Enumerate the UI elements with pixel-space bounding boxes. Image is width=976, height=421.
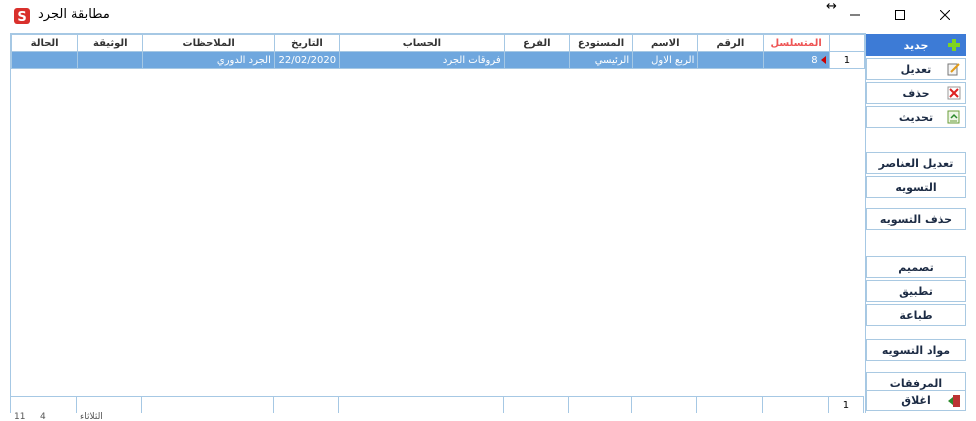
footer-cell	[761, 396, 829, 414]
edit-button[interactable]: تعديل	[866, 58, 966, 80]
app-window: S مطابقة الجرد ↔ الحالة الوثيقة الملاحظا…	[0, 0, 976, 421]
footer-cell	[567, 396, 633, 414]
delete-settlement-label: حذف التسويه	[879, 212, 953, 226]
col-header-name[interactable]: الاسم	[632, 34, 699, 52]
edit-icon	[947, 63, 960, 76]
footer-cell	[76, 396, 143, 414]
maximize-icon	[895, 10, 905, 20]
edit-items-label: تعديل العناصر	[878, 156, 954, 170]
apply-button[interactable]: تطبيق	[866, 280, 966, 302]
delete-label: حذف	[902, 86, 930, 100]
grid-footer: 1	[9, 396, 865, 414]
print-label: طباعة	[899, 308, 933, 322]
close-button[interactable]: اغلاق	[866, 390, 966, 411]
col-header-rownum	[828, 34, 865, 52]
new-label: جديد	[903, 38, 929, 52]
col-header-warehouse[interactable]: المستودع	[568, 34, 634, 52]
current-row-arrow-icon	[820, 55, 826, 64]
cell-status[interactable]	[11, 51, 79, 69]
serial-value: 8	[811, 54, 818, 66]
close-label: اغلاق	[901, 394, 931, 407]
exit-icon	[948, 395, 960, 407]
col-header-date[interactable]: التاريخ	[273, 34, 341, 52]
title-bar: S مطابقة الجرد ↔	[0, 0, 976, 30]
taskbar-number-b: 4	[40, 412, 46, 421]
cell-serial[interactable]: 8	[762, 51, 830, 69]
col-header-notes[interactable]: الملاحظات	[142, 34, 275, 52]
footer-cell	[9, 396, 78, 414]
app-logo-icon: S	[14, 8, 30, 24]
taskbar-strip	[0, 413, 976, 421]
delete-button[interactable]: حذف	[866, 82, 966, 104]
print-button[interactable]: طباعة	[866, 304, 966, 326]
refresh-label: تحديث	[898, 110, 934, 124]
footer-cell	[272, 396, 340, 414]
plus-icon	[948, 39, 960, 51]
edit-items-button[interactable]: تعديل العناصر	[866, 152, 966, 174]
edit-label: تعديل	[900, 62, 932, 76]
cell-number[interactable]	[697, 51, 764, 69]
apply-label: تطبيق	[899, 284, 933, 298]
data-grid[interactable]: الحالة الوثيقة الملاحظات التاريخ الحساب …	[10, 33, 866, 414]
attachments-label: المرفقات	[889, 376, 943, 390]
maximize-button[interactable]	[877, 0, 923, 30]
taskbar-number-a: 11	[14, 412, 26, 421]
footer-cell	[141, 396, 274, 414]
header-row: الحالة الوثيقة الملاحظات التاريخ الحساب …	[11, 34, 865, 52]
design-button[interactable]: تصميم	[866, 256, 966, 278]
minimize-button[interactable]	[832, 0, 878, 30]
settlement-items-button[interactable]: مواد التسويه	[866, 339, 966, 361]
col-header-number[interactable]: الرقم	[697, 34, 764, 52]
cell-name[interactable]: الربع الاول	[632, 51, 699, 69]
cell-document[interactable]	[77, 51, 144, 69]
settlement-items-label: مواد التسويه	[881, 343, 951, 357]
col-header-serial[interactable]: المتسلسل	[762, 34, 830, 52]
footer-cell	[696, 396, 763, 414]
close-icon	[940, 10, 950, 20]
settlement-label: التسويه	[895, 180, 937, 194]
footer-count: 1	[827, 396, 865, 414]
cell-notes[interactable]: الجرد الدوري	[142, 51, 275, 69]
delete-icon	[947, 86, 961, 100]
table-row[interactable]: الجرد الدوري 22/02/2020 فروقات الجرد الر…	[11, 51, 865, 69]
footer-cell	[631, 396, 698, 414]
refresh-button[interactable]: تحديث	[866, 106, 966, 128]
col-header-status[interactable]: الحالة	[11, 34, 79, 52]
col-header-branch[interactable]: الفرع	[503, 34, 570, 52]
col-header-account[interactable]: الحساب	[339, 34, 505, 52]
minimize-icon	[850, 14, 860, 16]
svg-text:S: S	[17, 10, 26, 24]
footer-cell	[502, 396, 569, 414]
new-button[interactable]: جديد	[866, 34, 966, 56]
delete-settlement-button[interactable]: حذف التسويه	[866, 208, 966, 230]
cell-date[interactable]: 22/02/2020	[273, 51, 341, 69]
cell-warehouse[interactable]: الرئيسي	[568, 51, 634, 69]
footer-cell	[338, 396, 504, 414]
window-title: مطابقة الجرد	[38, 7, 110, 22]
cell-branch[interactable]	[503, 51, 570, 69]
refresh-icon	[947, 110, 960, 124]
close-window-button[interactable]	[922, 0, 968, 30]
settlement-button[interactable]: التسويه	[866, 176, 966, 198]
cell-account[interactable]: فروقات الجرد	[339, 51, 505, 69]
design-label: تصميم	[898, 260, 934, 274]
taskbar-day: الثلاثاء	[80, 412, 103, 421]
cell-rownum: 1	[828, 51, 865, 69]
col-header-document[interactable]: الوثيقة	[77, 34, 144, 52]
